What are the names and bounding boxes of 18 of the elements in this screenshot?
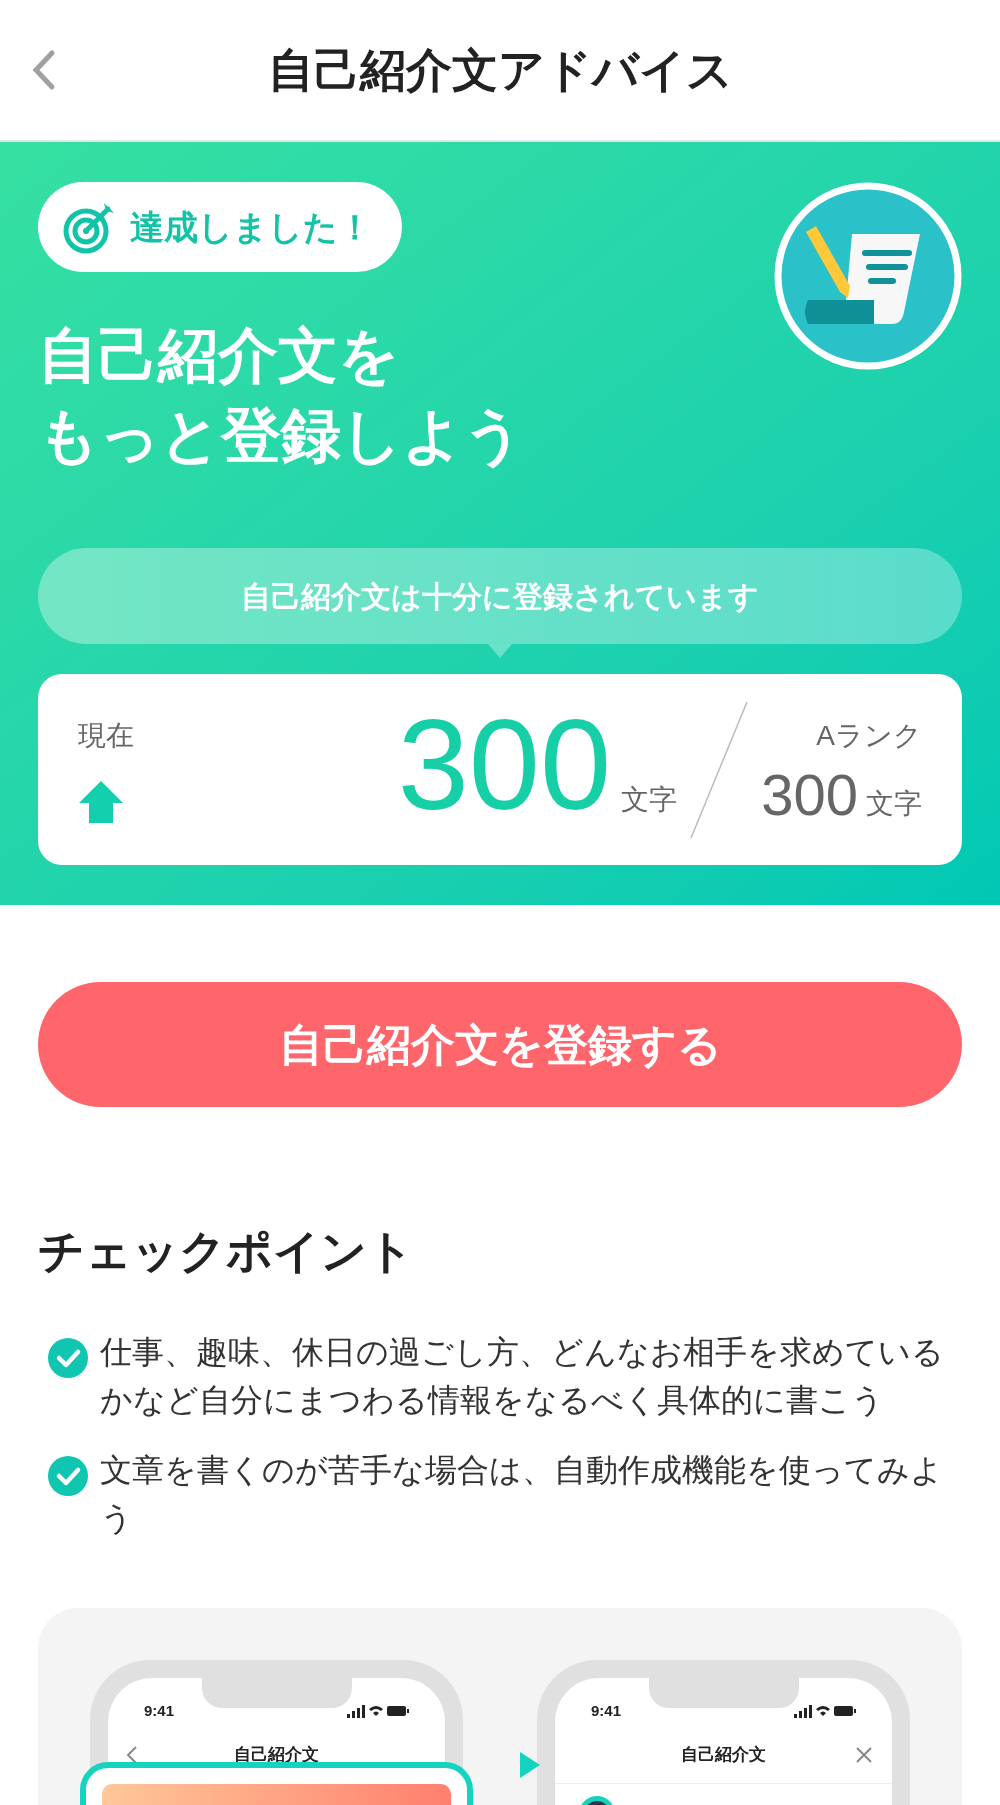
target-count: 300 bbox=[761, 764, 858, 825]
bubble-text: 自己紹介文は十分に登録されています bbox=[241, 578, 759, 615]
screen-title: 自己紹介文 bbox=[234, 1743, 319, 1766]
status-time: 9:41 bbox=[144, 1701, 175, 1721]
hero-heading: 自己紹介文を もっと登録しよう bbox=[38, 321, 524, 471]
page-title: 自己紹介文アドバイス bbox=[267, 42, 733, 98]
rank-label: Aランク bbox=[816, 718, 922, 753]
current-count: 300 bbox=[397, 700, 612, 829]
current-label: 現在 bbox=[78, 718, 135, 753]
status-time: 9:41 bbox=[591, 1701, 622, 1721]
unit-text: 文字 bbox=[621, 782, 678, 817]
badge-text: 達成しました！ bbox=[130, 206, 372, 248]
checkpoint-text: 文章を書くのが苦手な場合は、自動作成機能を使ってみよう bbox=[100, 1451, 944, 1538]
checkpoint-text: 仕事、趣味、休日の過ごし方、どんなお相手を求めているかなど自分にまつわる情報をなるべく具体的に書こう bbox=[100, 1333, 945, 1420]
section-title: チェックポイント bbox=[38, 1224, 415, 1279]
unit-text: 文字 bbox=[866, 786, 922, 821]
register-button[interactable]: 自己紹介文を登録する bbox=[38, 982, 962, 1107]
screen-title: 自己紹介文 bbox=[681, 1743, 766, 1766]
